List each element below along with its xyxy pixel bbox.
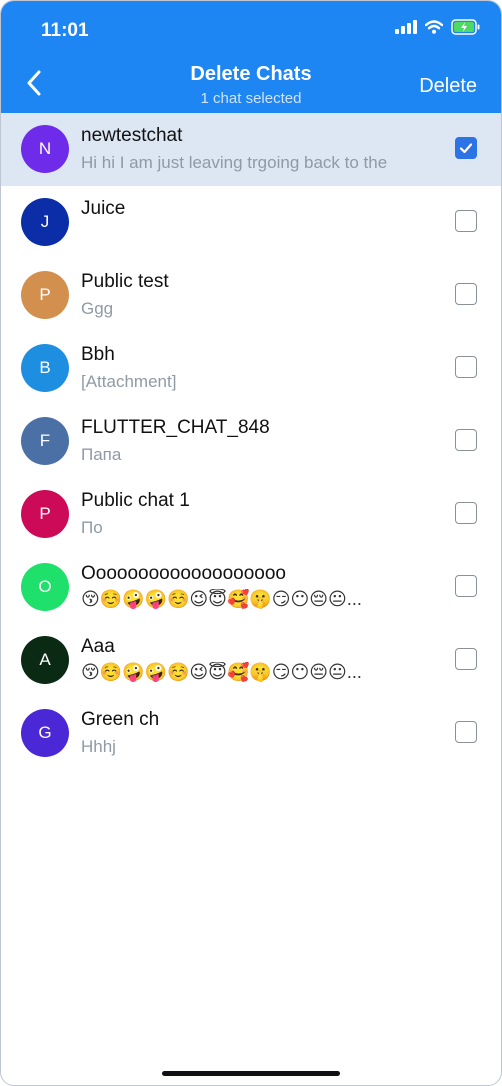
chat-title: newtestchat [81, 125, 183, 146]
chat-last-message: 😚☺️🤪🤪☺️😉😇🥰🤫😏😶😔😐... [81, 662, 362, 682]
avatar: F [21, 417, 69, 465]
chat-row[interactable]: O Ooooooooooooooooooo 😚☺️🤪🤪☺️😉😇🥰🤫😏😶😔😐... [1, 551, 501, 624]
select-checkbox[interactable] [455, 648, 477, 670]
chat-last-message: [Attachment] [81, 372, 177, 391]
chat-row[interactable]: F FLUTTER_CHAT_848 Папа [1, 405, 501, 478]
chat-title: FLUTTER_CHAT_848 [81, 417, 270, 438]
status-icons [395, 19, 481, 40]
select-checkbox[interactable] [455, 137, 477, 159]
chat-last-message: 😚☺️🤪🤪☺️😉😇🥰🤫😏😶😔😐... [81, 589, 362, 609]
select-checkbox[interactable] [455, 210, 477, 232]
chat-title: Public test [81, 271, 169, 292]
chat-row[interactable]: Nnewtestchat Hi hi I am just leaving trgo… [1, 113, 501, 186]
wifi-icon [424, 20, 444, 39]
chat-last-message: Ggg [81, 299, 114, 318]
avatar: A [21, 636, 69, 684]
chat-list: Nnewtestchat Hi hi I am just leaving trgo… [1, 113, 501, 770]
chat-title: Aaa [81, 636, 115, 657]
avatar: J [21, 198, 69, 246]
chat-row[interactable]: B Bbh [Attachment] [1, 332, 501, 405]
chat-title: Public chat 1 [81, 490, 190, 511]
chat-title: Green ch [81, 709, 160, 730]
chat-row[interactable]: A Aaa 😚☺️🤪🤪☺️😉😇🥰🤫😏😶😔😐... [1, 624, 501, 697]
select-checkbox[interactable] [455, 429, 477, 451]
avatar: N [21, 125, 69, 173]
top-bar: 11:01 Delete Chats 1 chat selected Delet… [1, 1, 501, 113]
checkmark-icon [459, 143, 473, 154]
phone-frame: 11:01 Delete Chats 1 chat selected Delet… [0, 0, 502, 1086]
chat-row[interactable]: P Public chat 1 По [1, 478, 501, 551]
select-checkbox[interactable] [455, 283, 477, 305]
chat-last-message: Hi hi I am just leaving trgoing back to … [81, 153, 388, 172]
chat-row[interactable]: G Green ch Hhhj [1, 697, 501, 770]
select-checkbox[interactable] [455, 721, 477, 743]
chat-last-message: Папа [81, 445, 122, 464]
chat-last-message: Hhhj [81, 737, 116, 756]
chat-title: Ooooooooooooooooooo [81, 563, 286, 584]
home-indicator [162, 1071, 340, 1076]
select-checkbox[interactable] [455, 575, 477, 597]
status-time: 11:01 [41, 20, 89, 41]
chat-title: Bbh [81, 344, 115, 365]
avatar: P [21, 490, 69, 538]
chat-last-message: По [81, 518, 103, 537]
select-checkbox[interactable] [455, 502, 477, 524]
avatar: G [21, 709, 69, 757]
avatar: B [21, 344, 69, 392]
chat-row[interactable]: J Juice [1, 186, 501, 259]
delete-button[interactable]: Delete [419, 75, 477, 98]
battery-icon [451, 19, 481, 40]
avatar: P [21, 271, 69, 319]
chat-row[interactable]: P Public test Ggg [1, 259, 501, 332]
chat-title: Juice [81, 198, 126, 219]
avatar: O [21, 563, 69, 611]
select-checkbox[interactable] [455, 356, 477, 378]
signal-icon [395, 20, 417, 39]
